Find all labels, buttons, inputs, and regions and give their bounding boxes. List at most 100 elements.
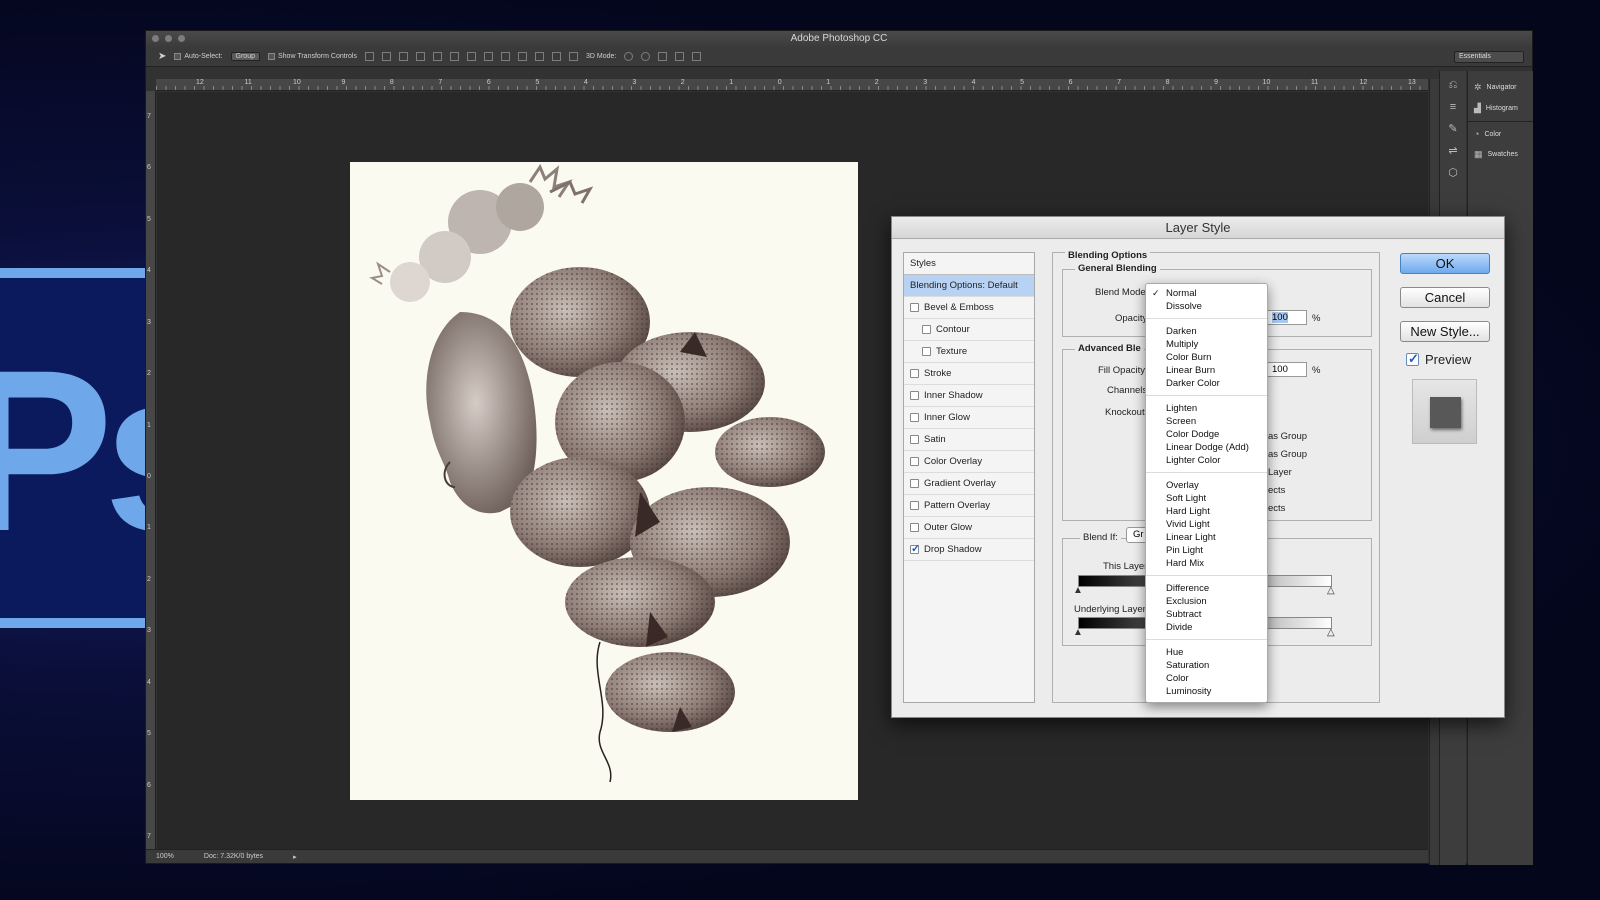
distribute-center-icon[interactable] (534, 52, 544, 61)
transparency-shapes-layer-text[interactable]: Layer (1268, 467, 1292, 478)
blend-mode-subtract[interactable]: Subtract (1146, 608, 1267, 621)
3d-drag-icon[interactable] (658, 52, 668, 61)
preview-option[interactable]: Preview (1406, 351, 1471, 367)
3d-slide-icon[interactable] (675, 52, 685, 61)
show-transform-checkbox[interactable] (268, 53, 275, 60)
workspace-switcher[interactable]: Essentials (1454, 51, 1524, 63)
style-item-gradient-overlay[interactable]: Gradient Overlay (904, 473, 1034, 495)
this-layer-white-slider[interactable]: △ (1327, 586, 1337, 596)
style-item-inner-shadow[interactable]: Inner Shadow (904, 385, 1034, 407)
blend-mode-color-burn[interactable]: Color Burn (1146, 351, 1267, 364)
3d-rotate-icon[interactable] (624, 52, 634, 61)
style-item-drop-shadow[interactable]: Drop Shadow (904, 539, 1034, 561)
blend-clipped-as-group-text[interactable]: as Group (1268, 449, 1307, 460)
blend-mode-darken[interactable]: Darken (1146, 325, 1267, 338)
blend-mode-multiply[interactable]: Multiply (1146, 338, 1267, 351)
blend-mode-darker-color[interactable]: Darker Color (1146, 377, 1267, 390)
preview-checkbox[interactable] (1406, 351, 1419, 367)
layer-mask-hides-effects-text[interactable]: ects (1268, 485, 1285, 496)
style-item-contour[interactable]: Contour (904, 319, 1034, 341)
underlying-layer-white-slider[interactable]: △ (1327, 628, 1337, 638)
distribute-bottom-icon[interactable] (500, 52, 510, 61)
blend-interior-as-group-text[interactable]: as Group (1268, 431, 1307, 442)
document-canvas[interactable] (350, 162, 858, 800)
blend-mode-pin-light[interactable]: Pin Light (1146, 544, 1267, 557)
zoom-level[interactable]: 100% (156, 853, 174, 860)
distribute-left-icon[interactable] (517, 52, 527, 61)
blend-mode-difference[interactable]: Difference (1146, 582, 1267, 595)
close-window-button[interactable] (152, 35, 159, 42)
vector-mask-hides-effects-text[interactable]: ects (1268, 503, 1285, 514)
brush-icon[interactable]: ✎ (1446, 123, 1460, 135)
style-checkbox[interactable] (910, 523, 919, 532)
cancel-button[interactable]: Cancel (1400, 287, 1490, 308)
style-item-pattern-overlay[interactable]: Pattern Overlay (904, 495, 1034, 517)
panel-navigator[interactable]: ✲ Navigator (1468, 77, 1533, 98)
distribute-right-icon[interactable] (551, 52, 561, 61)
blend-mode-hard-light[interactable]: Hard Light (1146, 505, 1267, 518)
style-item-stroke[interactable]: Stroke (904, 363, 1034, 385)
align-top-icon[interactable] (364, 52, 374, 61)
blend-mode-normal[interactable]: Normal (1146, 287, 1267, 300)
style-item-texture[interactable]: Texture (904, 341, 1034, 363)
style-checkbox[interactable] (922, 347, 931, 356)
blend-mode-lighten[interactable]: Lighten (1146, 402, 1267, 415)
style-item-satin[interactable]: Satin (904, 429, 1034, 451)
fill-opacity-input[interactable]: 100 (1267, 362, 1307, 377)
style-item-bevel-emboss[interactable]: Bevel & Emboss (904, 297, 1034, 319)
panel-swatches[interactable]: ▦ Swatches (1468, 144, 1533, 165)
styles-header[interactable]: Styles (904, 253, 1034, 275)
blend-mode-luminosity[interactable]: Luminosity (1146, 685, 1267, 698)
auto-align-icon[interactable] (568, 52, 578, 61)
this-layer-black-slider[interactable]: ▲ (1073, 586, 1083, 596)
blend-mode-lighter-color[interactable]: Lighter Color (1146, 454, 1267, 467)
opacity-input[interactable]: 100 (1267, 310, 1307, 325)
style-checkbox[interactable] (910, 413, 919, 422)
style-checkbox[interactable] (910, 369, 919, 378)
underlying-layer-black-slider[interactable]: ▲ (1073, 628, 1083, 638)
3d-cube-icon[interactable]: ⬡ (1446, 167, 1460, 179)
style-checkbox[interactable] (910, 501, 919, 510)
style-checkbox[interactable] (910, 457, 919, 466)
style-checkbox[interactable] (910, 542, 920, 555)
blend-mode-saturation[interactable]: Saturation (1146, 659, 1267, 672)
blend-mode-color[interactable]: Color (1146, 672, 1267, 685)
style-item-color-overlay[interactable]: Color Overlay (904, 451, 1034, 473)
align-right-icon[interactable] (449, 52, 459, 61)
blend-mode-linear-light[interactable]: Linear Light (1146, 531, 1267, 544)
status-menu-arrow-icon[interactable]: ▸ (293, 853, 297, 861)
align-bottom-icon[interactable] (398, 52, 408, 61)
adjustments-icon[interactable]: ⇌ (1446, 145, 1460, 157)
show-transform-option[interactable]: Show Transform Controls (268, 53, 357, 60)
distribute-middle-icon[interactable] (483, 52, 493, 61)
blend-mode-dissolve[interactable]: Dissolve (1146, 300, 1267, 313)
auto-select-dropdown[interactable]: Group (230, 52, 260, 61)
auto-select-checkbox[interactable] (174, 53, 182, 60)
blend-mode-linear-dodge-add[interactable]: Linear Dodge (Add) (1146, 441, 1267, 454)
panel-color[interactable]: ◔ Color (1468, 124, 1533, 144)
blend-mode-color-dodge[interactable]: Color Dodge (1146, 428, 1267, 441)
blend-mode-soft-light[interactable]: Soft Light (1146, 492, 1267, 505)
blend-mode-vivid-light[interactable]: Vivid Light (1146, 518, 1267, 531)
blend-mode-hard-mix[interactable]: Hard Mix (1146, 557, 1267, 570)
style-checkbox[interactable] (922, 325, 931, 334)
3d-roll-icon[interactable] (641, 52, 651, 61)
align-center-icon[interactable] (432, 52, 442, 61)
align-middle-icon[interactable] (381, 52, 391, 61)
blend-mode-hue[interactable]: Hue (1146, 646, 1267, 659)
3d-scale-icon[interactable] (692, 52, 702, 61)
minimize-window-button[interactable] (165, 35, 172, 42)
history-icon[interactable]: ⎌ (1446, 79, 1460, 91)
zoom-window-button[interactable] (178, 35, 185, 42)
style-checkbox[interactable] (910, 435, 919, 444)
style-checkbox[interactable] (910, 303, 919, 312)
style-checkbox[interactable] (910, 479, 919, 488)
move-tool-icon[interactable]: ➤ (158, 51, 166, 62)
blend-mode-screen[interactable]: Screen (1146, 415, 1267, 428)
blend-mode-linear-burn[interactable]: Linear Burn (1146, 364, 1267, 377)
properties-icon[interactable]: ≡ (1446, 101, 1460, 113)
new-style-button[interactable]: New Style... (1400, 321, 1490, 342)
blend-mode-exclusion[interactable]: Exclusion (1146, 595, 1267, 608)
style-item-outer-glow[interactable]: Outer Glow (904, 517, 1034, 539)
style-item-blending-options-default[interactable]: Blending Options: Default (904, 275, 1034, 297)
